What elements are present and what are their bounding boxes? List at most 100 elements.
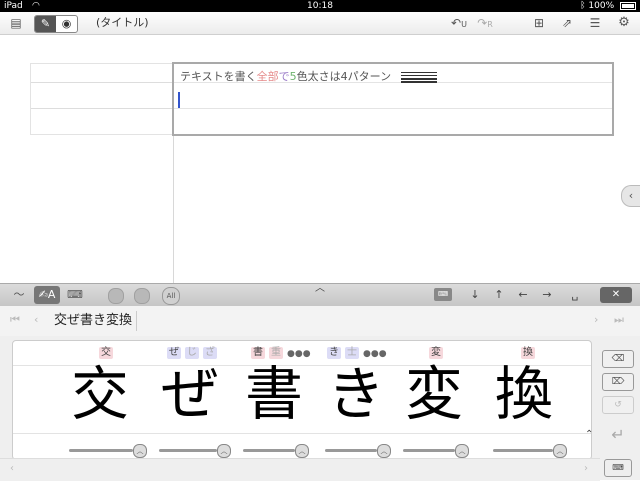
view-mode-icon[interactable]: ◉ bbox=[56, 16, 77, 32]
color-dot-icon[interactable] bbox=[108, 288, 124, 304]
pen-mode-icon[interactable]: ✎ bbox=[35, 16, 56, 32]
enter-icon[interactable]: ↵ bbox=[604, 424, 632, 446]
battery-label: 100% bbox=[588, 1, 615, 11]
conversion-candidate[interactable]: 交ぜ書き変換 bbox=[54, 311, 138, 331]
next-candidate-icon[interactable]: › bbox=[594, 313, 598, 326]
document-info-icon[interactable]: ☰ bbox=[586, 15, 604, 31]
bluetooth-icon: ᛒ bbox=[580, 1, 586, 11]
expand-icon[interactable]: ︿ bbox=[295, 444, 309, 458]
recognition-candidate[interactable]: 交 bbox=[99, 347, 113, 359]
battery-status: ᛒ 100% bbox=[580, 0, 636, 12]
all-button[interactable]: All bbox=[162, 287, 180, 305]
keyboard-small-icon[interactable]: ⌨ bbox=[434, 288, 452, 301]
expand-icon[interactable]: ︿ bbox=[133, 444, 147, 458]
more-candidates-icon[interactable]: ●●● bbox=[363, 349, 387, 359]
expand-icon[interactable]: ︿ bbox=[377, 444, 391, 458]
row-line bbox=[31, 108, 173, 109]
handwritten-char: 書 bbox=[245, 360, 304, 428]
status-bar: iPad ◠ 10:18 ᛒ 100% bbox=[0, 0, 640, 12]
handwriting-canvas[interactable]: 交 ぜ じ ざ 書 重 ●●● き 士 ●●● 変 換 交 ぜ 書 き 変 換 … bbox=[12, 340, 593, 460]
char-segment-slider[interactable]: ︿ bbox=[493, 444, 567, 458]
ink-segment: 色太さは4パターン bbox=[296, 70, 392, 83]
char-segment-slider[interactable]: ︿ bbox=[403, 444, 469, 458]
side-panel-toggle-icon[interactable]: ‹ bbox=[621, 185, 640, 207]
recognition-candidate[interactable]: 換 bbox=[521, 347, 535, 359]
keyboard-mode-icon[interactable]: ⌨ bbox=[62, 286, 88, 304]
recognition-candidate[interactable]: 変 bbox=[429, 347, 443, 359]
undo-stroke-icon: ↺ bbox=[614, 400, 622, 410]
first-candidate-icon[interactable]: ⏮ bbox=[10, 313, 20, 327]
handwritten-char: き bbox=[327, 360, 386, 428]
char-segment-slider[interactable]: ︿ bbox=[159, 444, 231, 458]
note-page[interactable]: テキストを書く全部で5色太さは4パターン ‹ bbox=[0, 35, 640, 285]
last-candidate-icon[interactable]: ⏭ bbox=[614, 313, 624, 327]
battery-icon bbox=[620, 1, 636, 10]
handwritten-char: 変 bbox=[405, 360, 464, 428]
clear-all-button[interactable]: ⌦ bbox=[602, 373, 634, 391]
chevron-up-icon[interactable]: ︿ bbox=[311, 283, 329, 295]
settings-gear-icon[interactable]: ⚙ bbox=[614, 15, 634, 31]
left-margin-cell bbox=[30, 63, 174, 135]
undo-stroke-button[interactable]: ↺ bbox=[602, 396, 634, 414]
document-list-icon[interactable]: ▤ bbox=[6, 15, 26, 31]
page-title[interactable]: (タイトル) bbox=[96, 15, 149, 31]
input-toolbar: ︿ 〜 ✍A ⌨ All ⌨ ↓ ↑ ← → ␣ ✕ bbox=[0, 283, 640, 307]
space-icon[interactable]: ␣ bbox=[566, 286, 584, 304]
recognition-candidate[interactable]: き bbox=[327, 347, 341, 359]
mode-switch: ✎ ◉ bbox=[34, 15, 78, 33]
expand-icon[interactable]: ︿ bbox=[455, 444, 469, 458]
new-page-icon[interactable]: ⊞ bbox=[530, 15, 548, 31]
ink-segment: 5 bbox=[289, 70, 297, 83]
redo-label: R bbox=[487, 20, 493, 29]
guide-line bbox=[13, 433, 591, 434]
handwritten-char: ぜ bbox=[161, 360, 220, 428]
ink-segment: 全部 bbox=[256, 70, 279, 83]
char-segment-slider[interactable]: ︿ bbox=[243, 444, 309, 458]
export-icon[interactable]: ⇗ bbox=[558, 15, 576, 31]
arrow-right-icon[interactable]: → bbox=[538, 286, 556, 304]
handwriting-recognition-icon[interactable]: ✍A bbox=[34, 286, 60, 304]
redo-icon: ↷ bbox=[477, 16, 488, 30]
recognition-candidate[interactable]: ざ bbox=[203, 347, 217, 359]
clear-char-button[interactable]: ⌫ bbox=[602, 350, 634, 368]
arrow-down-icon[interactable]: ↓ bbox=[466, 286, 484, 304]
recognition-candidate[interactable]: じ bbox=[185, 347, 199, 359]
char-segment-slider[interactable]: ︿ bbox=[69, 444, 147, 458]
char-segment-slider[interactable]: ︿ bbox=[325, 444, 391, 458]
candidate-bar: ⏮ ‹ 交ぜ書き変換 › ⏭ bbox=[0, 306, 640, 337]
recognition-candidate[interactable]: 書 bbox=[251, 347, 265, 359]
text-cursor bbox=[178, 92, 180, 108]
arrow-up-icon[interactable]: ↑ bbox=[490, 286, 508, 304]
stroke-width-samples bbox=[400, 72, 437, 83]
more-candidates-icon[interactable]: ●●● bbox=[287, 349, 311, 359]
freehand-mode-icon[interactable]: 〜 bbox=[6, 286, 32, 304]
eraser-all-icon: ⌦ bbox=[611, 377, 625, 387]
color-dot-icon[interactable] bbox=[134, 288, 150, 304]
scroll-right-icon[interactable]: › bbox=[584, 463, 588, 474]
scroll-left-icon[interactable]: ‹ bbox=[10, 463, 14, 474]
recognition-candidate[interactable]: 重 bbox=[269, 347, 283, 359]
keyboard-toggle-icon[interactable]: ⌨ bbox=[604, 459, 632, 477]
clock: 10:18 bbox=[307, 1, 333, 11]
undo-icon: ↶ bbox=[451, 16, 462, 30]
handwritten-line: テキストを書く全部で5色太さは4パターン bbox=[180, 68, 437, 84]
handwritten-char: 換 bbox=[495, 360, 554, 428]
recognition-candidate[interactable]: ぜ bbox=[167, 347, 181, 359]
undo-button[interactable]: ↶U bbox=[448, 15, 470, 31]
collapse-up-icon[interactable]: ⌃ bbox=[585, 429, 593, 440]
expand-icon[interactable]: ︿ bbox=[553, 444, 567, 458]
bottom-scroll-bar[interactable]: ‹ › bbox=[0, 458, 600, 481]
prev-candidate-icon[interactable]: ‹ bbox=[34, 313, 38, 326]
handwritten-char: 交 bbox=[71, 360, 130, 428]
ink-segment: で bbox=[278, 70, 290, 83]
arrow-left-icon[interactable]: ← bbox=[514, 286, 532, 304]
row-line bbox=[174, 108, 612, 109]
app-toolbar: ▤ ✎ ◉ (タイトル) ↶U ↷R ⊞ ⇗ ☰ ⚙ bbox=[0, 12, 640, 35]
close-input-button[interactable]: ✕ bbox=[600, 287, 632, 303]
recognition-candidate[interactable]: 士 bbox=[345, 347, 359, 359]
redo-button[interactable]: ↷R bbox=[474, 15, 496, 31]
eraser-icon: ⌫ bbox=[611, 354, 625, 364]
expand-icon[interactable]: ︿ bbox=[217, 444, 231, 458]
editing-frame[interactable]: テキストを書く全部で5色太さは4パターン bbox=[172, 62, 614, 136]
undo-label: U bbox=[461, 20, 467, 29]
